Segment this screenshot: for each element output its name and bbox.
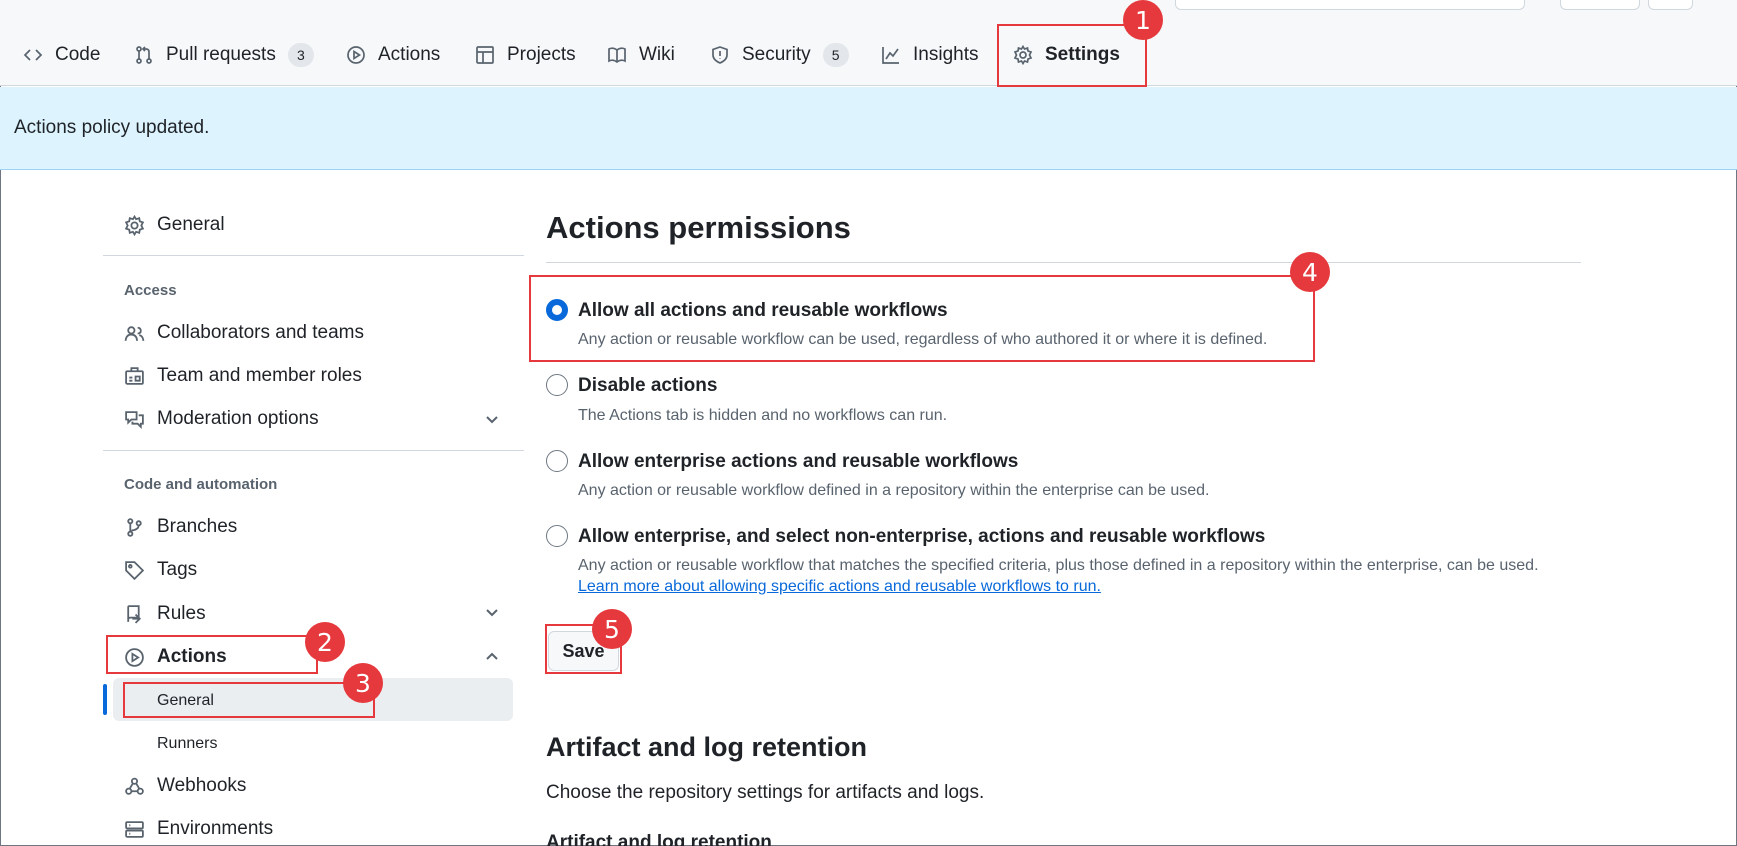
tab-label: Wiki xyxy=(639,44,675,65)
sidebar-item-label: Webhooks xyxy=(157,775,247,796)
repo-push-icon xyxy=(127,604,142,624)
tab-label: Settings xyxy=(1045,44,1120,65)
option-desc-select: Any action or reusable workflow that mat… xyxy=(578,557,1539,574)
learn-more-link[interactable]: Learn more about allowing specific actio… xyxy=(578,578,1101,596)
id-badge-icon xyxy=(125,366,144,385)
sidebar-divider xyxy=(103,255,524,256)
graph-icon xyxy=(882,47,899,64)
sidebar-item-rules[interactable]: Rules xyxy=(124,599,206,629)
tab-insights[interactable]: Insights xyxy=(881,40,978,70)
sidebar-item-team-roles[interactable]: Team and member roles xyxy=(124,361,362,391)
tab-label: Insights xyxy=(913,44,979,65)
sidebar-item-branches[interactable]: Branches xyxy=(124,512,237,542)
tab-code[interactable]: Code xyxy=(23,40,100,70)
option-label-select: Allow enterprise, and select non-enterpr… xyxy=(578,526,1266,547)
sidebar-item-environments[interactable]: Environments xyxy=(124,814,273,844)
chevron-up-icon[interactable] xyxy=(482,646,502,666)
tab-security[interactable]: Security 5 xyxy=(710,40,849,70)
section-title-artifact-retention: Artifact and log retention xyxy=(546,732,868,762)
option-label-disable: Disable actions xyxy=(578,375,718,396)
annotation-badge-1: 1 xyxy=(1123,0,1163,40)
sidebar-item-label: Rules xyxy=(157,603,206,624)
annotation-badge-5: 5 xyxy=(592,609,632,649)
tag-icon xyxy=(125,560,145,580)
shield-icon xyxy=(712,46,728,64)
tab-label: Pull requests xyxy=(166,44,276,65)
header-control[interactable] xyxy=(1175,0,1525,10)
radio-allow-enterprise[interactable] xyxy=(546,450,568,472)
sidebar-subitem-actions-general[interactable]: General xyxy=(157,692,214,710)
option-desc-disable: The Actions tab is hidden and no workflo… xyxy=(578,407,948,424)
pull-requests-count: 3 xyxy=(287,43,314,67)
sidebar-item-webhooks[interactable]: Webhooks xyxy=(124,771,246,801)
sidebar-item-label: Environments xyxy=(157,818,274,839)
gear-icon xyxy=(1013,45,1033,65)
sidebar-divider xyxy=(103,450,524,451)
sidebar-item-collaborators[interactable]: Collaborators and teams xyxy=(124,318,364,348)
sidebar-subitem-runners[interactable]: Runners xyxy=(157,735,217,753)
sidebar-item-label: Actions xyxy=(157,646,227,667)
header-control[interactable] xyxy=(1648,0,1693,10)
chevron-down-icon[interactable] xyxy=(482,602,502,622)
repo-nav: Code Pull requests 3 Actions Projects Wi… xyxy=(0,12,1737,98)
option-desc-allow-all: Any action or reusable workflow can be u… xyxy=(578,331,1268,348)
radio-allow-all[interactable] xyxy=(546,299,568,321)
tab-label: Code xyxy=(55,44,101,65)
sidebar-item-label: Branches xyxy=(157,516,238,537)
tab-label: Security xyxy=(742,44,811,65)
radio-allow-select[interactable] xyxy=(546,525,568,547)
annotation-badge-3: 3 xyxy=(343,663,383,703)
section-subheading: Artifact and log retention xyxy=(546,832,772,846)
comment-discussion-icon xyxy=(125,410,144,429)
sidebar-item-actions[interactable]: Actions xyxy=(124,642,227,672)
sidebar-item-tags[interactable]: Tags xyxy=(124,555,197,585)
sidebar-heading-access: Access xyxy=(124,282,177,299)
page-title: Actions permissions xyxy=(546,210,851,245)
annotation-badge-4: 4 xyxy=(1290,252,1330,292)
server-icon xyxy=(125,820,144,838)
sidebar-item-label: Collaborators and teams xyxy=(157,322,364,343)
table-icon xyxy=(476,46,494,64)
sidebar-heading-code-automation: Code and automation xyxy=(124,476,278,493)
sidebar-item-label: General xyxy=(157,214,225,235)
gear-icon xyxy=(124,214,145,236)
play-icon xyxy=(347,46,365,64)
webhook-icon xyxy=(125,777,144,795)
git-pull-request-icon xyxy=(136,46,152,64)
option-label-allow-all: Allow all actions and reusable workflows xyxy=(578,300,948,321)
tab-actions[interactable]: Actions xyxy=(346,40,440,70)
chevron-down-icon[interactable] xyxy=(482,409,502,429)
section-description: Choose the repository settings for artif… xyxy=(546,782,985,803)
option-desc-enterprise: Any action or reusable workflow defined … xyxy=(578,482,1210,499)
tab-wiki[interactable]: Wiki xyxy=(607,40,675,70)
sidebar-item-general[interactable]: General xyxy=(124,210,225,240)
tab-settings[interactable]: Settings xyxy=(1013,40,1120,70)
option-label-enterprise: Allow enterprise actions and reusable wo… xyxy=(578,451,1019,472)
header-control[interactable] xyxy=(1560,0,1640,10)
sidebar-item-label: Moderation options xyxy=(157,408,319,429)
code-icon xyxy=(23,49,43,61)
annotation-badge-2: 2 xyxy=(305,622,345,662)
sidebar-item-moderation[interactable]: Moderation options xyxy=(124,404,319,434)
radio-disable-actions[interactable] xyxy=(546,374,568,396)
play-icon xyxy=(125,647,144,667)
sidebar-item-label: Team and member roles xyxy=(157,365,362,386)
security-count: 5 xyxy=(822,43,849,67)
tab-label: Projects xyxy=(507,44,576,65)
global-header-strip xyxy=(0,0,1737,12)
git-branch-icon xyxy=(127,517,142,537)
flash-banner: Actions policy updated. xyxy=(0,87,1737,170)
people-icon xyxy=(124,325,145,341)
tab-projects[interactable]: Projects xyxy=(475,40,576,70)
sidebar-item-label: Tags xyxy=(157,559,198,580)
tab-pull-requests[interactable]: Pull requests 3 xyxy=(134,40,314,70)
flash-message: Actions policy updated. xyxy=(14,117,210,138)
book-icon xyxy=(608,47,626,64)
tab-label: Actions xyxy=(378,44,441,65)
title-divider xyxy=(546,262,1581,263)
sidebar-active-indicator xyxy=(103,684,107,715)
